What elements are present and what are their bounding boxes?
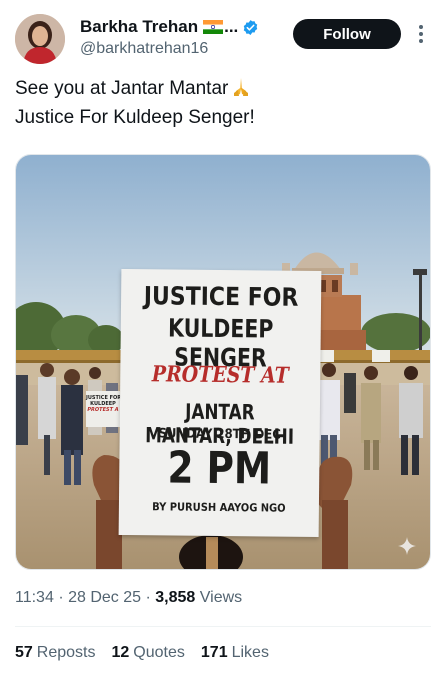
likes-label: Likes: [231, 644, 269, 661]
tweet-line-2: Justice For Kuldeep Senger!: [15, 107, 255, 128]
quotes-label: Quotes: [133, 644, 185, 661]
quotes-count: 12: [111, 644, 130, 661]
background-sign-line-3: PROTEST A: [87, 407, 119, 413]
folded-hands-emoji: [232, 77, 250, 105]
sign-line-6: 2 PM: [167, 442, 272, 495]
views-count[interactable]: 3,858: [155, 589, 195, 606]
tweet-text: See you at Jantar Mantar Justice For Kul…: [15, 76, 431, 131]
background-sign: JUSTICE FOR KULDEEP PROTEST A: [86, 391, 121, 427]
sign-line-5: SUNDAY 28TH DEC: [158, 426, 281, 443]
verified-badge-icon[interactable]: [242, 19, 259, 36]
tweet-time[interactable]: 11:34: [15, 589, 54, 606]
follow-button[interactable]: Follow: [293, 19, 401, 49]
reposts-count: 57: [15, 644, 33, 661]
tweet-media-image[interactable]: JUSTICE FOR KULDEEP PROTEST A JUSTICE FO…: [15, 154, 431, 570]
sign-line-1: JUSTICE FOR: [143, 281, 299, 312]
protest-sign: JUSTICE FOR KULDEEP SENGER PROTEST AT JA…: [118, 268, 322, 538]
more-vertical-icon[interactable]: [412, 22, 430, 46]
tweet-meta: 11:34 · 28 Dec 25 · 3,858 Views: [15, 589, 242, 607]
name-ellipsis: ...: [224, 17, 239, 36]
quotes-stat[interactable]: 12 Quotes: [112, 644, 185, 662]
ai-sparkle-icon: [397, 536, 417, 556]
tweet-line-1-text: See you at Jantar Mantar: [15, 78, 229, 99]
india-flag-icon: [203, 20, 224, 34]
author-display-name[interactable]: Barkha Trehan: [80, 17, 198, 37]
divider: [15, 626, 431, 627]
views-label[interactable]: Views: [200, 589, 242, 606]
author-handle[interactable]: @barkhatrehan16: [80, 40, 208, 58]
reposts-stat[interactable]: 57 Reposts: [15, 644, 96, 662]
likes-count: 171: [200, 644, 228, 661]
likes-stat[interactable]: 171 Likes: [201, 644, 269, 662]
reposts-label: Reposts: [36, 644, 96, 661]
sign-line-3: PROTEST AT: [151, 361, 289, 389]
tweet-line-1: See you at Jantar Mantar: [15, 76, 431, 105]
sign-line-7: BY PURUSH AAYOG NGO: [152, 500, 286, 515]
avatar[interactable]: [15, 14, 65, 64]
engagement-stats: 57 Reposts 12 Quotes 171 Likes: [15, 644, 269, 662]
tweet-header: Barkha Trehan ... @barkhatrehan16 Follow: [0, 0, 446, 70]
meta-separator-2: ·: [145, 589, 151, 606]
tweet-date[interactable]: 28 Dec 25: [68, 589, 141, 606]
meta-separator: ·: [58, 589, 64, 606]
author-name-row[interactable]: Barkha Trehan ...: [80, 17, 259, 37]
